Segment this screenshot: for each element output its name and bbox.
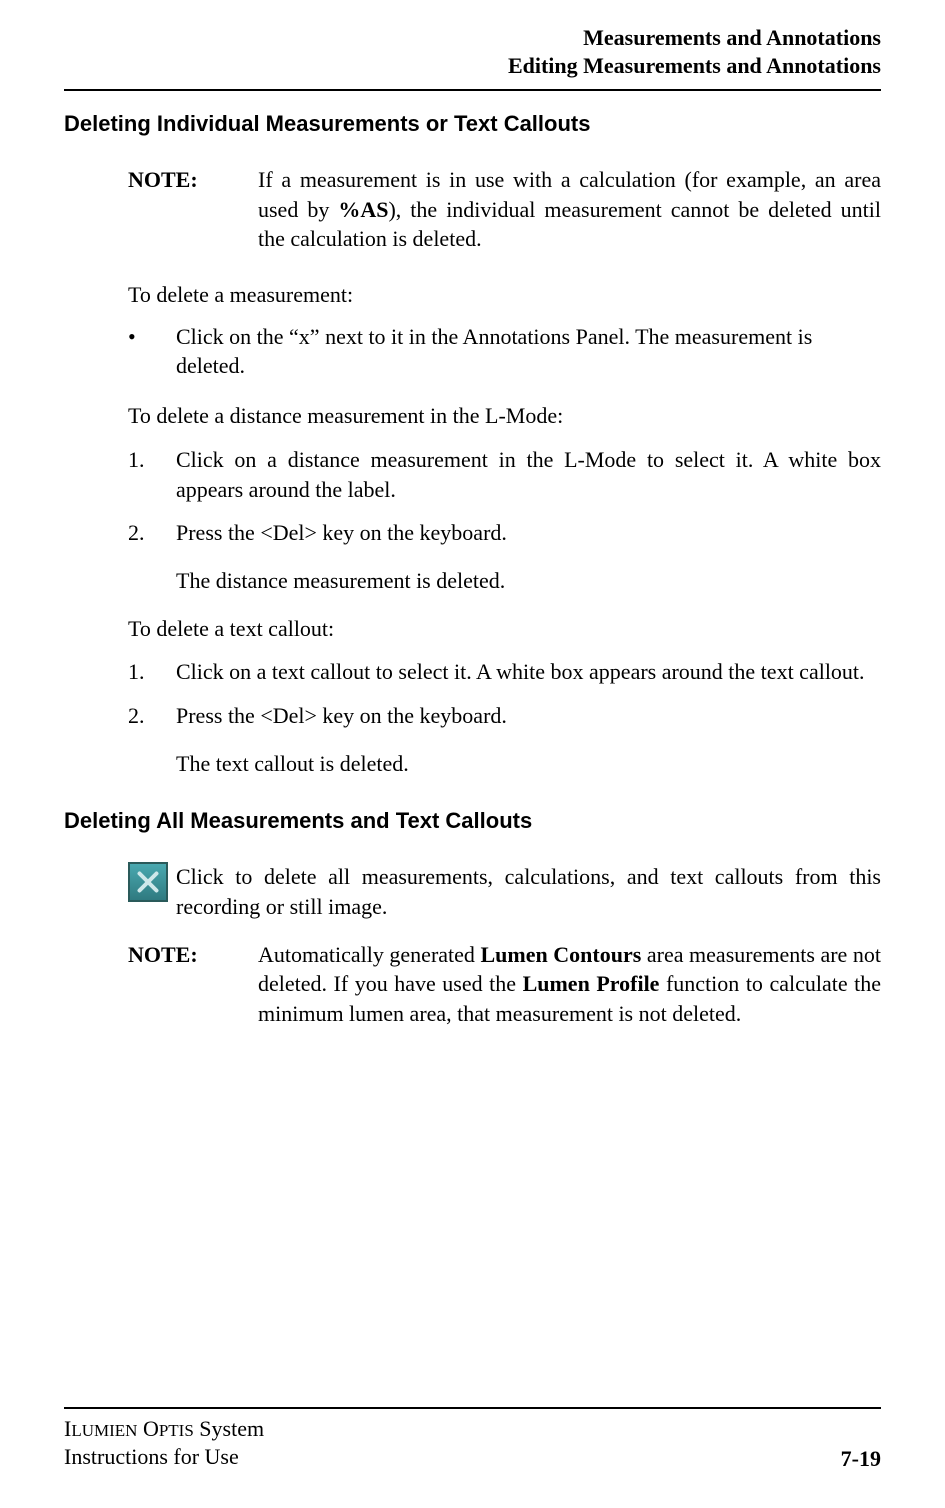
- step-text: Click on a text callout to select it. A …: [176, 657, 881, 687]
- note-block-1: NOTE: If a measurement is in use with a …: [128, 165, 881, 254]
- note-body: Automatically generated Lumen Contours a…: [258, 940, 881, 1029]
- fp-b: LUMIEN: [71, 1421, 137, 1440]
- para-delete-distance: To delete a distance measurement in the …: [128, 401, 881, 431]
- fp-e: System: [194, 1416, 264, 1441]
- footer-product: ILUMIEN OPTIS System: [64, 1415, 264, 1444]
- callout-result: The text callout is deleted.: [176, 749, 881, 779]
- bullet-item: • Click on the “x” next to it in the Ann…: [128, 322, 881, 381]
- note-text-bold: %AS: [338, 197, 388, 222]
- footer: ILUMIEN OPTIS System Instructions for Us…: [64, 1407, 881, 1472]
- note2-bold1: Lumen Contours: [480, 942, 641, 967]
- note-label: NOTE:: [128, 940, 258, 1029]
- para-delete-callout: To delete a text callout:: [128, 614, 881, 644]
- icon-paragraph: Click to delete all measurements, calcul…: [128, 862, 881, 921]
- header-line-1: Measurements and Annotations: [64, 24, 881, 52]
- step-text: Click on a distance measurement in the L…: [176, 445, 881, 504]
- note2-bold2: Lumen Profile: [523, 971, 660, 996]
- section-heading-2: Deleting All Measurements and Text Callo…: [64, 808, 881, 834]
- callout-step-1: 1. Click on a text callout to select it.…: [128, 657, 881, 687]
- section-1-body: NOTE: If a measurement is in use with a …: [128, 165, 881, 778]
- distance-step-1: 1. Click on a distance measurement in th…: [128, 445, 881, 504]
- page: Measurements and Annotations Editing Mea…: [0, 0, 945, 1508]
- step-text: Press the <Del> key on the keyboard.: [176, 518, 881, 548]
- distance-result: The distance measurement is deleted.: [176, 566, 881, 596]
- note-block-2: NOTE: Automatically generated Lumen Cont…: [128, 940, 881, 1029]
- section-2-body: Click to delete all measurements, calcul…: [128, 862, 881, 1028]
- icon-cell: [128, 862, 176, 921]
- section-heading-1: Deleting Individual Measurements or Text…: [64, 111, 881, 137]
- note-body: If a measurement is in use with a calcul…: [258, 165, 881, 254]
- icon-text: Click to delete all measurements, calcul…: [176, 862, 881, 921]
- para-delete-measurement: To delete a measurement:: [128, 280, 881, 310]
- footer-row: ILUMIEN OPTIS System Instructions for Us…: [64, 1415, 881, 1472]
- fp-d: PTIS: [159, 1421, 194, 1440]
- footer-left: ILUMIEN OPTIS System Instructions for Us…: [64, 1415, 264, 1472]
- delete-all-icon: [128, 862, 168, 902]
- distance-step-2: 2. Press the <Del> key on the keyboard.: [128, 518, 881, 548]
- callout-step-2: 2. Press the <Del> key on the keyboard.: [128, 701, 881, 731]
- note-label: NOTE:: [128, 165, 258, 254]
- step-number: 1.: [128, 445, 176, 504]
- footer-doc-title: Instructions for Use: [64, 1443, 264, 1472]
- footer-rule: [64, 1407, 881, 1409]
- bullet-mark: •: [128, 322, 176, 381]
- running-header: Measurements and Annotations Editing Mea…: [64, 0, 881, 79]
- step-text: Press the <Del> key on the keyboard.: [176, 701, 881, 731]
- header-rule: [64, 89, 881, 91]
- bullet-text: Click on the “x” next to it in the Annot…: [176, 322, 881, 381]
- note2-pre: Automatically generated: [258, 942, 480, 967]
- step-number: 1.: [128, 657, 176, 687]
- header-line-2: Editing Measurements and Annotations: [64, 52, 881, 80]
- step-number: 2.: [128, 518, 176, 548]
- step-number: 2.: [128, 701, 176, 731]
- fp-c: O: [137, 1416, 158, 1441]
- page-number: 7-19: [841, 1446, 881, 1472]
